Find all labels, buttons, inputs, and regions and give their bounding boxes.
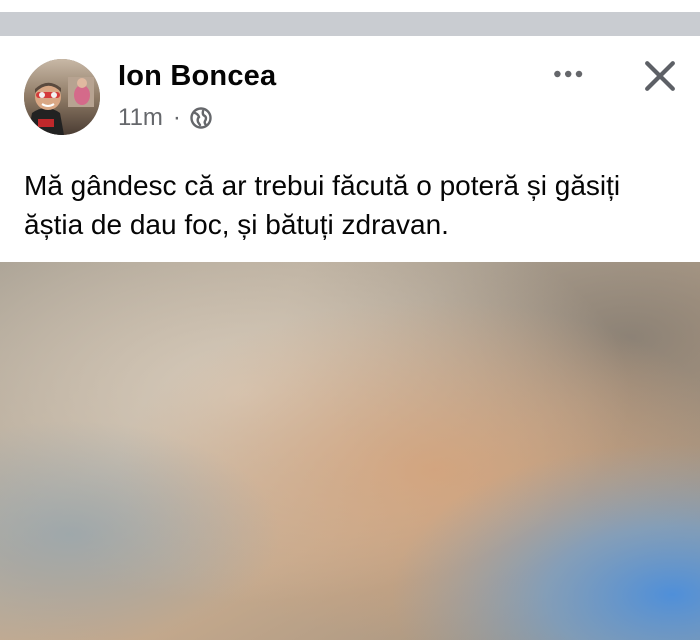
avatar-photo <box>24 59 100 135</box>
close-icon[interactable] <box>640 56 680 96</box>
globe-icon[interactable] <box>189 106 213 130</box>
post-meta: 11m · <box>118 104 213 132</box>
post-photo[interactable] <box>0 262 700 640</box>
post-timestamp[interactable]: 11m <box>118 104 163 132</box>
top-spacer <box>0 0 700 12</box>
author-avatar[interactable] <box>24 59 100 135</box>
feed-post: Ion Boncea 11m · Mă gândesc că ar trebui… <box>0 36 700 640</box>
feed-divider <box>0 12 700 36</box>
more-dots-icon[interactable] <box>550 56 590 92</box>
facebook-post-screen: Ion Boncea 11m · Mă gândesc că ar trebui… <box>0 0 700 640</box>
smoke-sky-photo <box>0 262 700 640</box>
author-name[interactable]: Ion Boncea <box>118 60 276 93</box>
meta-separator: · <box>172 104 181 131</box>
post-text: Mă gândesc că ar trebui făcută o poteră … <box>24 170 621 240</box>
